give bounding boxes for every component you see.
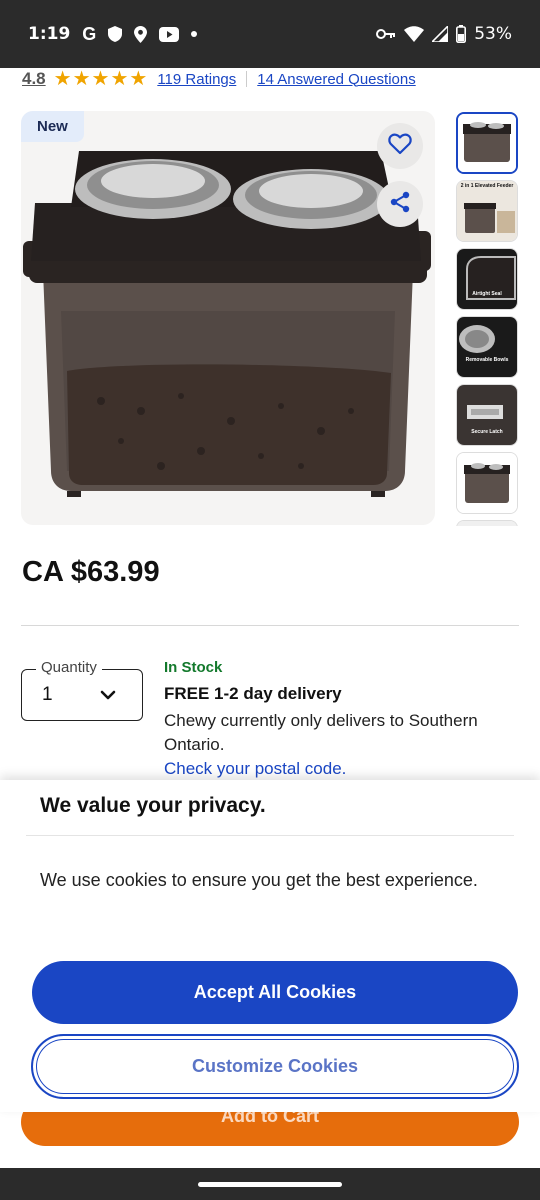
- location-icon: [134, 25, 148, 43]
- accept-all-cookies-button[interactable]: Accept All Cookies: [32, 961, 518, 1024]
- new-badge: New: [21, 111, 84, 142]
- delivery-info: In Stock FREE 1-2 day delivery Chewy cur…: [164, 659, 524, 779]
- chevron-down-icon: [100, 687, 116, 705]
- youtube-icon: [159, 26, 180, 42]
- delivery-text: Chewy currently only delivers to Souther…: [164, 711, 478, 754]
- thumbnail-3[interactable]: Airtight Seal: [456, 248, 518, 310]
- thumbnail-3-caption: Airtight Seal: [472, 291, 502, 297]
- ratings-link[interactable]: 119 Ratings: [157, 71, 236, 88]
- product-main-image[interactable]: New: [21, 111, 435, 525]
- wifi-icon: [404, 26, 425, 42]
- home-gesture-handle[interactable]: [198, 1182, 342, 1187]
- quantity-label: Quantity: [36, 659, 102, 676]
- share-icon: [388, 190, 412, 219]
- battery-icon: [456, 25, 467, 43]
- navigation-bar: [0, 1168, 540, 1200]
- cookie-title: We value your privacy.: [40, 794, 266, 817]
- rating-row: 4.8 ★ ★ ★ ★ ★ 119 Ratings 14 Answered Qu…: [22, 68, 522, 90]
- divider: [246, 71, 248, 87]
- dot-icon: [191, 31, 198, 37]
- quantity-select[interactable]: Quantity 1: [21, 659, 143, 721]
- thumbnail-6[interactable]: [456, 452, 518, 514]
- google-icon: G: [82, 23, 97, 44]
- shield-icon: [108, 26, 123, 42]
- questions-link[interactable]: 14 Answered Questions: [257, 71, 415, 88]
- thumbnail-4[interactable]: Removable Bowls: [456, 316, 518, 378]
- star-icon: ★: [91, 68, 110, 90]
- share-button[interactable]: [377, 181, 423, 227]
- cookie-text: We use cookies to ensure you get the bes…: [40, 870, 478, 890]
- star-icon: ★: [129, 68, 148, 90]
- star-rating: ★ ★ ★ ★ ★: [54, 69, 148, 89]
- heart-icon: [388, 133, 412, 160]
- thumbnail-5-caption: Secure Latch: [471, 429, 503, 435]
- thumbnail-1[interactable]: [456, 112, 518, 174]
- stock-status: In Stock: [164, 659, 223, 676]
- rating-value[interactable]: 4.8: [22, 69, 46, 89]
- favorite-button[interactable]: [377, 123, 423, 169]
- vpn-key-icon: [376, 28, 396, 40]
- divider: [26, 835, 514, 836]
- cookie-consent-panel: We value your privacy. We use cookies to…: [0, 780, 540, 1112]
- thumbnail-2-caption: 2 in 1 Elevated Feeder: [460, 183, 514, 189]
- status-time: 1:19: [28, 24, 71, 44]
- thumbnail-7[interactable]: [456, 520, 518, 526]
- product-price: CA $63.99: [22, 556, 160, 588]
- thumbnail-4-caption: Removable Bowls: [465, 357, 509, 363]
- status-bar: 1:19 G 53%: [0, 0, 540, 68]
- star-icon: ★: [72, 68, 91, 90]
- star-icon: ★: [53, 68, 72, 90]
- thumbnail-strip: 2 in 1 Elevated Feeder Airtight Seal Rem…: [456, 112, 520, 526]
- product-photo: [23, 151, 431, 497]
- thumbnail-5[interactable]: Secure Latch: [456, 384, 518, 446]
- star-icon: ★: [110, 68, 129, 90]
- quantity-value: 1: [42, 684, 53, 705]
- signal-icon: [432, 26, 449, 42]
- delivery-title: FREE 1-2 day delivery: [164, 684, 342, 703]
- thumbnail-2[interactable]: 2 in 1 Elevated Feeder: [456, 180, 518, 242]
- customize-cookies-button[interactable]: Customize Cookies: [31, 1034, 519, 1099]
- check-postal-code-link[interactable]: Check your postal code.: [164, 759, 524, 779]
- battery-percent: 53%: [474, 24, 512, 44]
- divider: [21, 625, 519, 626]
